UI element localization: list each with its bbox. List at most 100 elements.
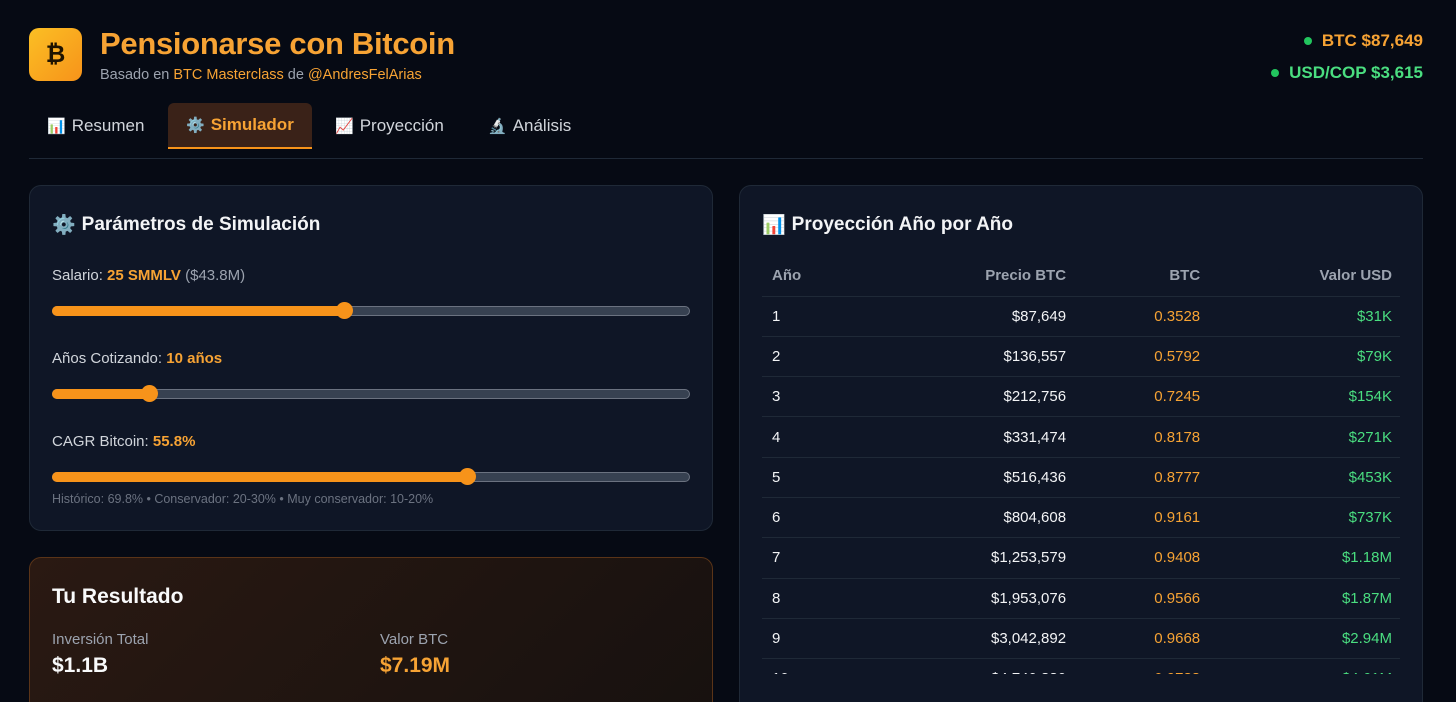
usd-value-cell: $4.61M — [1208, 658, 1400, 674]
table-row: 3 $212,756 0.7245 $154K — [762, 376, 1400, 418]
btc-amount-cell: 0.9408 — [1074, 537, 1209, 579]
gear-icon: ⚙️ — [186, 117, 205, 134]
year-cell: 7 — [762, 537, 865, 579]
btc-amount-cell: 0.9566 — [1074, 578, 1209, 619]
table-row: 5 $516,436 0.8777 $453K — [762, 457, 1400, 498]
slider-thumb[interactable] — [140, 385, 158, 402]
col-usd-value: Valor USD — [1208, 256, 1400, 297]
parameters-title-text: Parámetros de Simulación — [81, 214, 321, 235]
projection-table-scroll[interactable]: Año Precio BTC BTC Valor USD 1 $87,649 0.3… — [762, 256, 1400, 674]
microscope-icon: 🔬 — [488, 118, 507, 135]
live-dot-icon — [1303, 37, 1312, 45]
btc-price-cell: $1,953,076 — [864, 578, 1075, 619]
tab-label: Resumen — [71, 116, 145, 135]
col-btc-price: Precio BTC — [864, 256, 1075, 297]
btc-amount-cell: 0.7245 — [1074, 376, 1209, 418]
salary-value: 25 SMMLV — [107, 267, 181, 284]
projection-title-text: Proyección Año por Año — [791, 214, 1014, 235]
btc-price-cell: $331,474 — [864, 416, 1075, 458]
salary-label-text: Salario: — [52, 267, 108, 284]
bar-chart-icon: 📊 — [47, 118, 66, 135]
investment-value: $1.1B — [52, 654, 109, 677]
projection-table: Año Precio BTC BTC Valor USD 1 $87,649 0.3… — [762, 256, 1400, 674]
btc-price-ticker: BTC $87,649 — [1303, 31, 1423, 51]
usd-value-cell: $1.87M — [1208, 578, 1400, 619]
gear-icon: ⚙️ — [52, 215, 76, 236]
year-cell: 1 — [762, 296, 865, 337]
btc-value: $7.19M — [380, 654, 451, 677]
btc-amount-cell: 0.5792 — [1074, 336, 1209, 378]
years-value: 10 años — [166, 350, 223, 367]
usd-value-cell: $154K — [1208, 376, 1400, 418]
usd-cop-rate: USD/COP $3,615 — [1289, 63, 1423, 82]
table-row: 8 $1,953,076 0.9566 $1.87M — [762, 578, 1400, 619]
year-cell: 9 — [762, 618, 865, 660]
years-label-text: Años Cotizando: — [52, 350, 167, 367]
subtitle-mid: de — [283, 67, 308, 83]
btc-price-cell: $3,042,892 — [864, 618, 1075, 660]
btc-price-cell: $516,436 — [864, 457, 1075, 498]
cagr-label: CAGR Bitcoin: 55.8% — [52, 433, 195, 450]
years-slider[interactable] — [52, 385, 690, 402]
result-card: Tu Resultado Inversión Total $1.1B Valor… — [29, 557, 713, 702]
col-btc: BTC — [1074, 256, 1209, 297]
year-cell: 8 — [762, 578, 865, 619]
table-row: 10$4,740,8800.9733$4.61M — [762, 658, 1400, 674]
bar-chart-icon: 📊 — [762, 215, 786, 236]
table-row: 6 $804,608 0.9161 $737K — [762, 497, 1400, 539]
trending-up-icon: 📈 — [335, 118, 354, 135]
tab-label: Análisis — [512, 116, 572, 135]
usd-value-cell: $79K — [1208, 336, 1400, 378]
slider-thumb[interactable] — [335, 302, 353, 319]
app-title: Pensionarse con Bitcoin — [100, 26, 455, 61]
cagr-value: 55.8% — [152, 433, 196, 450]
parameters-title: ⚙️ Parámetros de Simulación — [52, 213, 320, 237]
cagr-label-text: CAGR Bitcoin: — [52, 433, 153, 450]
btc-price-cell: $1,253,579 — [864, 537, 1075, 579]
btc-amount-cell: 0.8777 — [1074, 457, 1209, 498]
btc-price-cell: $136,557 — [864, 336, 1075, 378]
cagr-slider[interactable] — [52, 468, 690, 485]
salary-slider[interactable] — [52, 302, 690, 319]
subtitle: Basado en BTC Masterclass de @AndresFelA… — [100, 67, 422, 83]
btc-amount-cell: 0.8178 — [1074, 416, 1209, 458]
year-cell: 6 — [762, 497, 865, 539]
tab-simulador[interactable]: ⚙️ Simulador — [168, 103, 312, 149]
table-row: 4 $331,474 0.8178 $271K — [762, 416, 1400, 458]
source-link[interactable]: BTC Masterclass — [173, 67, 283, 83]
year-cell: 10 — [762, 658, 865, 674]
year-cell: 3 — [762, 376, 865, 418]
table-header-row: Año Precio BTC BTC Valor USD — [762, 256, 1400, 297]
author-link[interactable]: @AndresFelArias — [308, 67, 422, 83]
slider-fill — [52, 389, 149, 399]
btc-amount-cell: 0.3528 — [1074, 296, 1209, 337]
simulation-parameters-card: ⚙️ Parámetros de Simulación Salario: 25 … — [29, 185, 713, 531]
years-label: Años Cotizando: 10 años — [52, 350, 222, 367]
btc-amount-cell: 0.9161 — [1074, 497, 1209, 539]
table-row: 1 $87,649 0.3528 $31K — [762, 296, 1400, 337]
usd-value-cell: $2.94M — [1208, 618, 1400, 660]
usd-value-cell: $1.18M — [1208, 537, 1400, 579]
table-row: 7 $1,253,579 0.9408 $1.18M — [762, 537, 1400, 579]
btc-amount-cell: 0.9668 — [1074, 618, 1209, 660]
tab-analisis[interactable]: 🔬 Análisis — [470, 103, 589, 149]
btc-value-label: Valor BTC — [380, 631, 449, 648]
usd-value-cell: $737K — [1208, 497, 1400, 539]
usd-cop-ticker: USD/COP $3,615 — [1271, 63, 1423, 83]
table-row: 2 $136,557 0.5792 $79K — [762, 336, 1400, 378]
col-year: Año — [762, 256, 865, 297]
usd-value-cell: $271K — [1208, 416, 1400, 458]
btc-price-cell: $87,649 — [864, 296, 1075, 337]
slider-fill — [52, 472, 467, 482]
investment-label: Inversión Total — [52, 631, 149, 648]
tab-resumen[interactable]: 📊 Resumen — [29, 103, 162, 149]
live-dot-icon — [1271, 69, 1280, 77]
slider-thumb[interactable] — [458, 468, 476, 485]
tab-proyeccion[interactable]: 📈 Proyección — [317, 103, 462, 149]
year-cell: 5 — [762, 457, 865, 498]
result-title: Tu Resultado — [52, 585, 184, 608]
btc-amount-cell: 0.9733 — [1074, 658, 1209, 674]
tab-label: Proyección — [359, 116, 444, 135]
btc-price-cell: $212,756 — [864, 376, 1075, 418]
salary-amount: ($43.8M) — [180, 267, 246, 284]
